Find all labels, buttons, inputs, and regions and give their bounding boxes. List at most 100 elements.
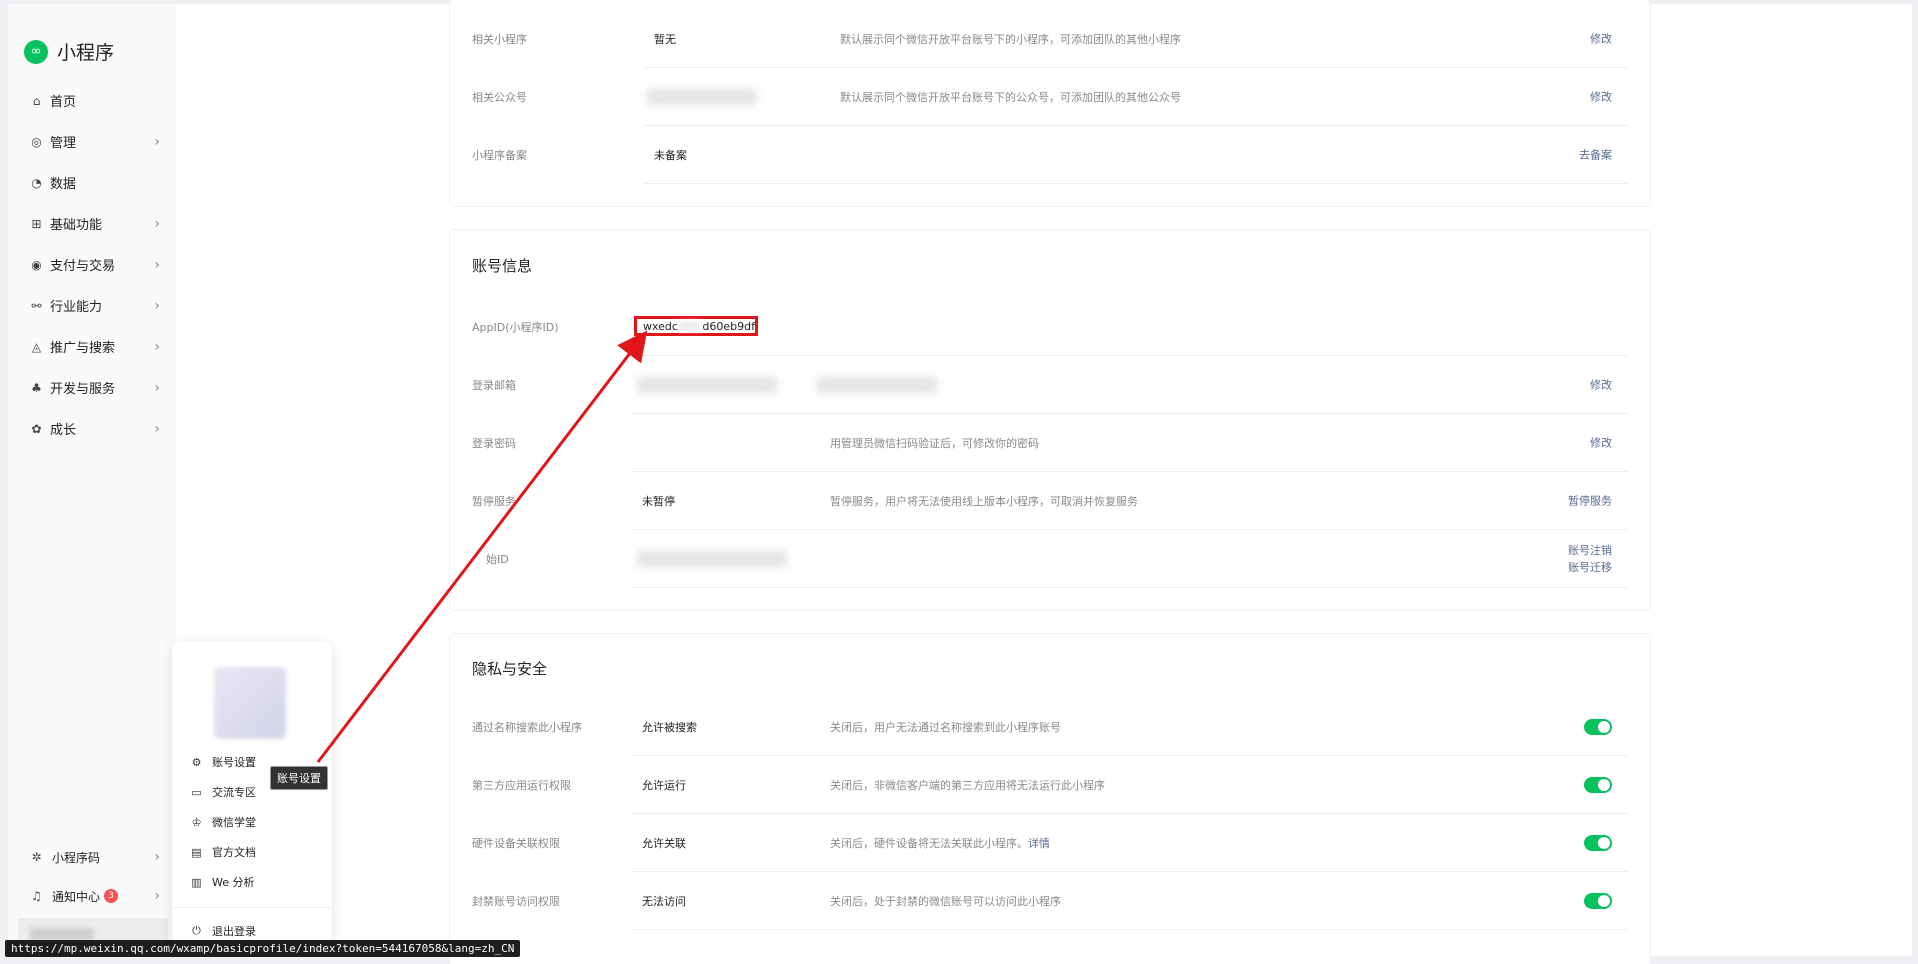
chevron-right-icon: ›: [154, 256, 160, 273]
origin-id-row: 始ID 账号注销账号迁移: [472, 530, 1628, 588]
third-party-toggle[interactable]: [1584, 777, 1612, 793]
cancel-account-link[interactable]: 账号注销: [1568, 544, 1612, 557]
toggle-knob: [1598, 837, 1610, 849]
document-icon: ▤: [191, 845, 202, 859]
table-row: 第三方应用运行权限 允许运行 关闭后，非微信客户端的第三方应用将无法运行此小程序: [472, 756, 1628, 814]
migrate-account-link[interactable]: 账号迁移: [1568, 561, 1612, 574]
table-row: 小程序备案 未备案 去备案: [472, 126, 1628, 184]
sidebar-item-label: 通知中心: [52, 889, 101, 904]
modify-link[interactable]: 修改: [1590, 435, 1612, 452]
bell-icon: ♫: [31, 889, 42, 903]
chevron-right-icon: ›: [154, 338, 160, 355]
avatar: [214, 667, 286, 739]
menu-item-community[interactable]: ▭ 交流专区: [190, 779, 256, 805]
sidebar-item-growth[interactable]: ✿ 成长 ›: [30, 408, 160, 449]
modify-link[interactable]: 修改: [1590, 31, 1612, 48]
menu-item-label: 退出登录: [212, 925, 256, 938]
chevron-right-icon: ›: [154, 849, 160, 865]
search-toggle[interactable]: [1584, 719, 1612, 735]
banned-access-toggle[interactable]: [1584, 893, 1612, 909]
sidebar-item-label: 成长: [50, 423, 77, 438]
sidebar-nav: ⌂ 首页 ◎ 管理 › ◔ 数据 ⊞ 基础功能 › ◉ 支付与交易 › ⚯ 行业能力 › ◬ 推广与搜…: [30, 80, 160, 449]
modify-link[interactable]: 修改: [1590, 377, 1612, 394]
account-actions: 账号注销 账号迁移: [1568, 542, 1612, 576]
sidebar-item-promotion[interactable]: ◬ 推广与搜索 ›: [30, 326, 160, 367]
divider: [632, 929, 1628, 930]
home-icon: ⌂: [32, 93, 41, 108]
pause-row: 暂停服务 未暂停 暂停服务，用户将无法使用线上版本小程序，可取消并恢复服务 暂停…: [472, 472, 1628, 530]
row-value: 允许运行: [642, 779, 686, 792]
table-row: 通过名称搜索此小程序 允许被搜索 关闭后，用户无法通过名称搜索到此小程序账号: [472, 698, 1628, 756]
divider: [632, 587, 1628, 588]
sun-icon: ✲: [31, 850, 42, 864]
menu-item-label: 微信学堂: [212, 816, 256, 829]
sidebar-item-notice[interactable]: ♫ 通知中心 3 ›: [30, 881, 160, 911]
cluster-icon: ♣: [31, 380, 42, 395]
flame-icon: ◬: [31, 339, 42, 354]
miniprogram-logo-icon: ∞: [24, 39, 48, 64]
row-description: 默认展示同个微信开放平台账号下的公众号，可添加团队的其他公众号: [840, 91, 1181, 104]
hardware-toggle[interactable]: [1584, 835, 1612, 851]
menu-item-label: 官方文档: [212, 846, 256, 859]
row-label: AppID(小程序ID): [472, 321, 559, 334]
row-description: 关闭后，处于封禁的微信账号可以访问此小程序: [830, 895, 1061, 908]
tooltip: 账号设置: [270, 766, 328, 790]
related-card: 相关小程序 暂无 默认展示同个微信开放平台账号下的小程序，可添加团队的其他小程序…: [450, 0, 1650, 206]
sidebar-item-qrcode[interactable]: ✲ 小程序码 ›: [30, 842, 160, 872]
status-bar-url: https://mp.weixin.qq.com/wxamp/basicprof…: [5, 940, 521, 957]
sidebar-item-payment[interactable]: ◉ 支付与交易 ›: [30, 244, 160, 285]
graduation-cap-icon: ♔: [191, 815, 202, 829]
sidebar-item-label: 开发与服务: [50, 382, 116, 397]
blurred-value: [637, 551, 787, 567]
blurred-value: [817, 377, 937, 393]
menu-item-academy[interactable]: ♔ 微信学堂: [190, 809, 256, 835]
row-label: 通过名称搜索此小程序: [472, 721, 582, 734]
row-value: 未暂停: [642, 495, 675, 508]
row-label: 相关公众号: [472, 91, 527, 104]
sidebar-item-label: 基础功能: [50, 218, 103, 233]
menu-item-label: 交流专区: [212, 786, 256, 799]
privacy-card: 隐私与安全 通过名称搜索此小程序 允许被搜索 关闭后，用户无法通过名称搜索到此小…: [450, 634, 1650, 964]
row-description: 用管理员微信扫码验证后，可修改你的密码: [830, 437, 1039, 450]
pause-service-link[interactable]: 暂停服务: [1568, 493, 1612, 510]
appid-suffix: d60eb9df: [702, 319, 755, 333]
sidebar-item-basic[interactable]: ⊞ 基础功能 ›: [30, 203, 160, 244]
sidebar-item-manage[interactable]: ◎ 管理 ›: [30, 121, 160, 162]
sidebar-item-label: 支付与交易: [50, 259, 116, 274]
table-row: 封禁账号访问权限 无法访问 关闭后，处于封禁的微信账号可以访问此小程序: [472, 872, 1628, 930]
filing-link[interactable]: 去备案: [1579, 147, 1612, 164]
row-label: 小程序备案: [472, 149, 527, 162]
table-row: 相关公众号 默认展示同个微信开放平台账号下的公众号，可添加团队的其他公众号 修改: [472, 68, 1628, 126]
sidebar-item-label: 管理: [50, 136, 77, 151]
app-name: 小程序: [57, 42, 115, 64]
row-value: 未备案: [654, 149, 687, 162]
network-icon: ⚯: [31, 298, 42, 313]
sidebar-item-data[interactable]: ◔ 数据: [30, 162, 160, 203]
notice-count-badge: 3: [104, 889, 119, 903]
details-link[interactable]: 详情: [1028, 837, 1050, 850]
modify-link[interactable]: 修改: [1590, 89, 1612, 106]
row-value: 允许关联: [642, 837, 686, 850]
sidebar-item-dev[interactable]: ♣ 开发与服务 ›: [30, 367, 160, 408]
divider: [644, 183, 1628, 184]
sidebar-item-industry[interactable]: ⚯ 行业能力 ›: [30, 285, 160, 326]
row-value: 暂无: [654, 33, 676, 46]
menu-item-label: 账号设置: [212, 756, 256, 769]
sidebar-item-home[interactable]: ⌂ 首页: [30, 80, 160, 121]
appid-value-highlight: wxedc d60eb9df: [634, 316, 758, 336]
sidebar-item-label: 首页: [50, 95, 77, 110]
grid-icon: ⊞: [31, 216, 42, 231]
app-logo[interactable]: ∞ 小程序: [24, 38, 114, 65]
menu-item-docs[interactable]: ▤ 官方文档: [190, 839, 256, 865]
menu-item-account-settings[interactable]: ⚙ 账号设置: [190, 749, 256, 775]
menu-item-we-analysis[interactable]: ▥ We 分析: [190, 869, 254, 895]
row-label: 登录邮箱: [472, 379, 516, 392]
settings-icon: ◎: [31, 134, 42, 149]
power-icon: ⏻: [192, 924, 201, 937]
toggle-knob: [1598, 895, 1610, 907]
user-name-blurred: [30, 928, 94, 940]
row-value: 允许被搜索: [642, 721, 697, 734]
chevron-right-icon: ›: [154, 215, 160, 232]
password-row: 登录密码 用管理员微信扫码验证后，可修改你的密码 修改: [472, 414, 1628, 472]
row-label: 始ID: [486, 553, 509, 566]
